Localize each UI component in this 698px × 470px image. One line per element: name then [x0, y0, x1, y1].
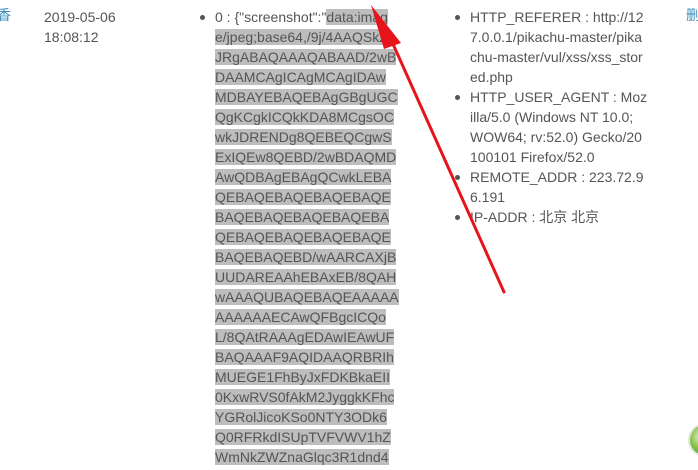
header-http-user-agent: HTTP_USER_AGENT : Moz illa/5.0 (Windows …: [455, 87, 670, 167]
data-line: ExIQEw8QEBD/2wBDAQMD: [215, 149, 397, 165]
data-line: UUDAREAAhEBAxEB/8QAH: [215, 269, 397, 285]
header-line: IP-ADDR : 北京 北京: [470, 209, 600, 225]
data-prefix: 0 : {"screenshot":": [215, 9, 327, 25]
data-line: QgKCgkICQkKDA8MCgsOC: [215, 109, 394, 125]
data-line: QEBAQEBAQEBAQEBAQE: [215, 229, 391, 245]
data-line: JRgABAQAAAQABAAD/2wB: [215, 49, 397, 65]
timestamp-cell: 2019-05-06 18:08:12: [44, 7, 154, 47]
data-line: Q0RFRkdISUpTVFVWV1hZ: [215, 429, 391, 445]
truncated-left-link[interactable]: 香: [0, 6, 11, 26]
page: 香 2019-05-06 18:08:12 0 : {"screenshot":…: [0, 0, 698, 470]
request-headers-list: HTTP_REFERER : http://12 7.0.0.1/pikachu…: [452, 7, 670, 227]
header-remote-addr: REMOTE_ADDR : 223.72.9 6.191: [455, 167, 670, 207]
data-line: BAQEBAQEBD/wAARCAXjB: [215, 249, 397, 265]
data-line: L/8QAtRAAAgEDAwIEAwUF: [215, 329, 395, 345]
header-line: ed.php: [470, 69, 513, 85]
data-line: YGRolJicoKSo0NTY3ODk6: [215, 409, 387, 425]
data-line: MDBAYEBAQEBAgGBgUGC: [215, 89, 398, 105]
data-line: WmNkZWZnaGlqc3R1dnd4: [215, 449, 389, 465]
data-line: BAQAAAF9AQIDAAQRBRIh: [215, 349, 394, 365]
data-line: MUEGE1FhByJxFDKBkaEII: [215, 369, 391, 385]
header-line: illa/5.0 (Windows NT 10.0;: [470, 109, 634, 125]
captured-data-cell: 0 : {"screenshot":"data:imag e/jpeg;base…: [215, 7, 399, 467]
header-http-referer: HTTP_REFERER : http://12 7.0.0.1/pikachu…: [455, 7, 670, 87]
header-line: chu-master/vul/xss/xss_stor: [470, 49, 643, 65]
data-line: data:imag: [326, 9, 388, 25]
header-line: 7.0.0.1/pikachu-master/pika: [470, 29, 642, 45]
data-list-bullet: [200, 15, 205, 20]
data-line: AAAAAAECAwQFBgcICQo: [215, 309, 386, 325]
data-line: AwQDBAgEBAgQCwkLEBA: [215, 169, 392, 185]
data-line: QEBAQEBAQEBAQEBAQE: [215, 189, 391, 205]
header-line: WOW64; rv:52.0) Gecko/20: [470, 129, 642, 145]
header-line: REMOTE_ADDR : 223.72.9: [470, 169, 644, 185]
header-line: HTTP_REFERER : http://12: [470, 9, 644, 25]
data-line: DAAMCAgICAgMCAgIDAw: [215, 69, 386, 85]
data-first-line: 0 : {"screenshot":"data:imag: [215, 7, 397, 27]
header-line: 6.191: [470, 189, 506, 205]
time-text: 18:08:12: [44, 29, 99, 45]
header-ip-addr: IP-ADDR : 北京 北京: [455, 207, 670, 227]
header-line: 100101 Firefox/52.0: [470, 149, 595, 165]
data-line: wAAAQUBAQEBAQEAAAAA: [215, 289, 399, 305]
data-line: wkJDRENDg8QEBEQCgwS: [215, 129, 392, 145]
data-line: 0KxwRVS0fAkM2JyggkKFhc: [215, 389, 395, 405]
date-text: 2019-05-06: [44, 9, 116, 25]
data-line: e/jpeg;base64,/9j/4AAQSkZ: [215, 29, 388, 45]
header-line: HTTP_USER_AGENT : Moz: [470, 89, 648, 105]
truncated-delete-link[interactable]: 删: [686, 6, 698, 26]
floating-widget-icon[interactable]: [688, 423, 698, 457]
data-line: BAQEBAQEBAQEBAQEBA: [215, 209, 390, 225]
